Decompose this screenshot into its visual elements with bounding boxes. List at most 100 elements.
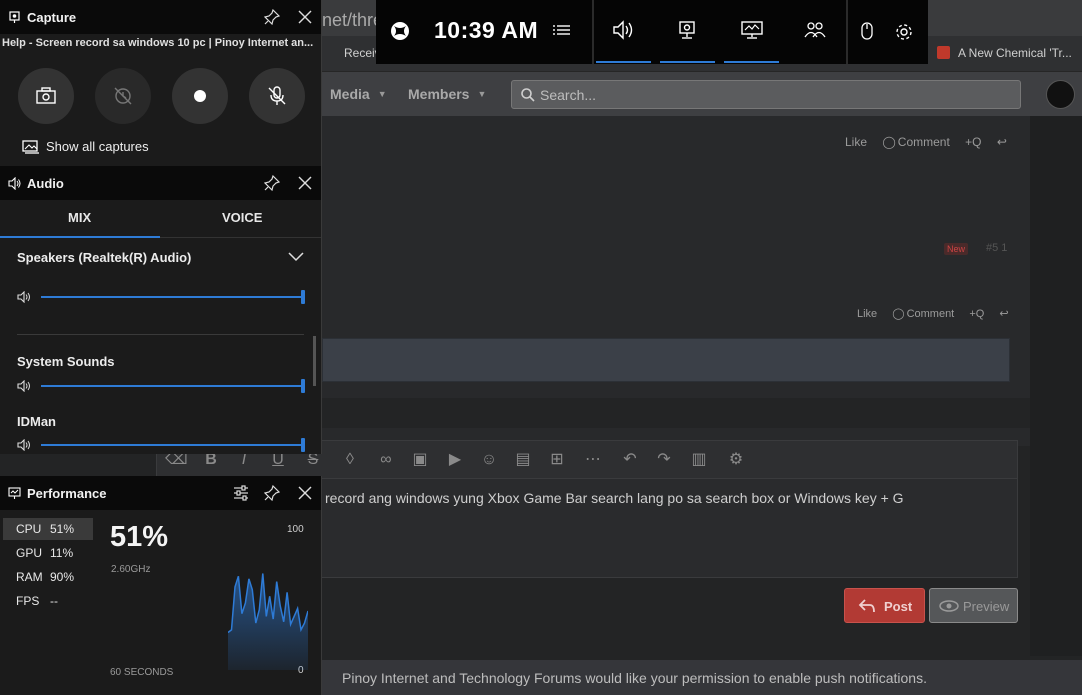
- speaker-icon[interactable]: [17, 380, 33, 392]
- table-icon[interactable]: ⊞: [546, 450, 568, 470]
- widget-title: Capture: [27, 10, 77, 25]
- active-indicator: [660, 61, 715, 63]
- xbox-icon[interactable]: [390, 21, 410, 41]
- device-name: Speakers (Realtek(R) Audio): [17, 250, 192, 265]
- comment-icon[interactable]: ◯: [892, 308, 904, 320]
- performance-icon: [8, 487, 21, 499]
- audio-widget: Audio MIX VOICE Speakers (Realtek(R) Aud…: [0, 166, 322, 454]
- record-last-button[interactable]: [95, 68, 151, 124]
- capture-icon[interactable]: [678, 20, 696, 40]
- comment-icon[interactable]: ◯: [882, 135, 895, 149]
- metric-fps[interactable]: FPS --: [3, 590, 93, 612]
- url-text[interactable]: net/thre: [322, 10, 383, 31]
- nav-members[interactable]: Members ▼: [408, 86, 486, 102]
- widget-header[interactable]: Capture: [0, 0, 321, 34]
- undo-icon[interactable]: ↶: [619, 450, 641, 470]
- divider: [846, 0, 848, 64]
- metric-value: --: [50, 594, 58, 608]
- start-recording-button[interactable]: [172, 68, 228, 124]
- performance-widget: Performance CPU 51% GPU 11% RAM 90% FPS …: [0, 476, 322, 695]
- speaker-icon[interactable]: [17, 291, 33, 303]
- scrollbar[interactable]: [313, 336, 316, 386]
- tab-voice[interactable]: VOICE: [222, 210, 262, 225]
- mic-toggle-button[interactable]: [249, 68, 305, 124]
- volume-slider[interactable]: [41, 296, 303, 298]
- bookmark-label: A New Chemical 'Tr...: [958, 46, 1072, 60]
- editor-text[interactable]: record ang windows yung Xbox Game Bar se…: [325, 490, 904, 506]
- widget-header[interactable]: Performance: [0, 476, 321, 510]
- speaker-icon[interactable]: [17, 439, 33, 451]
- slider-thumb[interactable]: [301, 290, 305, 304]
- post-number[interactable]: #5 1: [986, 242, 1007, 254]
- widget-header[interactable]: Audio: [0, 166, 321, 200]
- post-button[interactable]: Post: [844, 588, 925, 623]
- emoji-icon[interactable]: ☺: [478, 450, 500, 470]
- gear-icon[interactable]: ⚙: [725, 450, 747, 470]
- thread-content: [322, 116, 1030, 446]
- nav-label: Members: [408, 86, 470, 102]
- post-actions: Like ◯ Comment +Q ↩: [857, 307, 1021, 320]
- nav-label: Media: [330, 86, 370, 102]
- link-icon[interactable]: ∞: [375, 450, 397, 470]
- color-drop-icon[interactable]: ◊: [339, 450, 361, 470]
- cpu-history-graph: [228, 573, 308, 670]
- media-icon[interactable]: ▶: [444, 450, 466, 470]
- cpu-usage-value: 51%: [110, 521, 169, 553]
- settings-gear-icon[interactable]: [894, 22, 914, 42]
- comment-link[interactable]: Comment: [898, 135, 950, 149]
- metric-value: 90%: [50, 570, 75, 584]
- capture-icon: [9, 11, 20, 23]
- close-icon[interactable]: [297, 485, 313, 501]
- active-indicator: [596, 61, 651, 63]
- metric-gpu[interactable]: GPU 11%: [3, 542, 93, 564]
- pin-icon[interactable]: [264, 9, 280, 25]
- cpu-clock: 2.60GHz: [111, 564, 151, 575]
- quote-link[interactable]: +Q: [969, 308, 984, 320]
- close-icon[interactable]: [297, 175, 313, 191]
- image-icon[interactable]: ▣: [409, 450, 431, 470]
- search-box[interactable]: [511, 80, 1021, 109]
- gif-icon[interactable]: ▤: [512, 450, 534, 470]
- captured-window-title: Help - Screen record sa windows 10 pc | …: [2, 37, 314, 49]
- metric-ram[interactable]: RAM 90%: [3, 566, 93, 588]
- clock: 10:39 AM: [434, 17, 539, 43]
- volume-slider[interactable]: [41, 385, 303, 387]
- like-link[interactable]: Like: [845, 135, 867, 149]
- device-name: IDMan: [17, 414, 56, 429]
- menu-icon[interactable]: [553, 24, 571, 38]
- capture-widget: Capture Help - Screen record sa windows …: [0, 0, 322, 166]
- mouse-icon[interactable]: [861, 22, 873, 40]
- like-link[interactable]: Like: [857, 308, 877, 320]
- show-all-label: Show all captures: [46, 139, 149, 154]
- pin-icon[interactable]: [264, 175, 280, 191]
- slider-thumb[interactable]: [301, 379, 305, 393]
- preview-button-label: Preview: [963, 599, 1010, 614]
- reply-icon[interactable]: ↩: [997, 135, 1007, 149]
- chevron-down-icon[interactable]: [288, 252, 304, 262]
- quote-link[interactable]: +Q: [965, 135, 981, 149]
- screenshot-button[interactable]: [18, 68, 74, 124]
- post-actions: Like ◯ Comment +Q ↩: [845, 135, 1019, 149]
- metric-cpu[interactable]: CPU 51%: [3, 518, 93, 540]
- avatar[interactable]: [1046, 80, 1075, 109]
- social-icon[interactable]: [804, 21, 826, 39]
- reply-icon[interactable]: ↩: [999, 308, 1008, 320]
- bookmark-item[interactable]: A New Chemical 'Tr...: [937, 46, 1072, 60]
- pin-icon[interactable]: [264, 485, 280, 501]
- options-sliders-icon[interactable]: [233, 485, 249, 501]
- more-icon[interactable]: ⋯: [582, 450, 604, 470]
- save-draft-icon[interactable]: ▥: [688, 450, 710, 470]
- nav-media[interactable]: Media ▼: [330, 86, 387, 102]
- preview-button[interactable]: Preview: [929, 588, 1018, 623]
- divider: [17, 334, 304, 335]
- search-input[interactable]: [540, 85, 1010, 105]
- gallery-icon: [22, 140, 39, 154]
- comment-link[interactable]: Comment: [907, 308, 955, 320]
- search-icon: [521, 88, 535, 102]
- tab-mix[interactable]: MIX: [68, 210, 91, 225]
- performance-icon[interactable]: [741, 21, 763, 39]
- audio-icon[interactable]: [612, 20, 636, 40]
- close-icon[interactable]: [297, 9, 313, 25]
- slider-thumb[interactable]: [301, 438, 305, 452]
- volume-slider[interactable]: [41, 444, 303, 446]
